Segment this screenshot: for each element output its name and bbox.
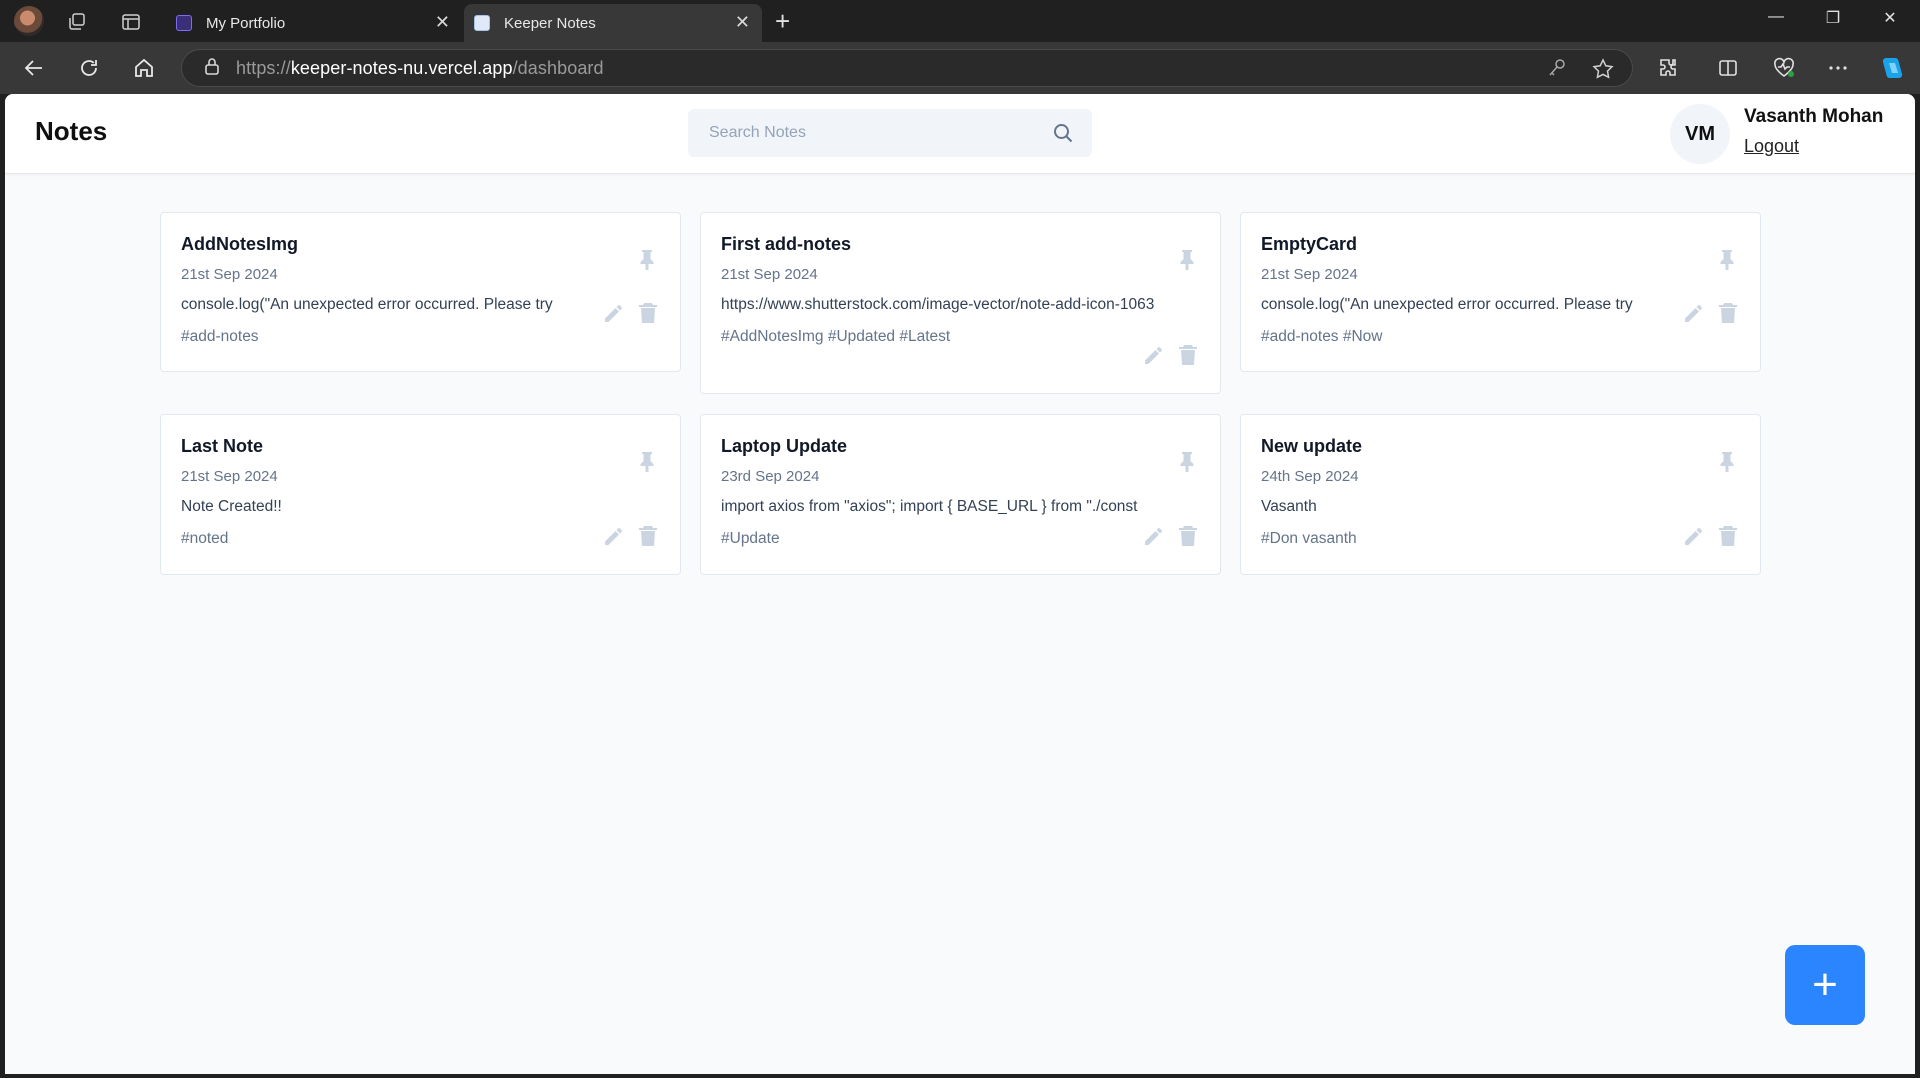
note-title: New update bbox=[1261, 436, 1363, 456]
url-scheme: https:// bbox=[236, 57, 291, 78]
note-content: console.log("An unexpected error occurre… bbox=[181, 296, 553, 313]
browser-essentials-icon[interactable] bbox=[1770, 54, 1798, 82]
note-actions bbox=[602, 525, 658, 552]
note-content: console.log("An unexpected error occurre… bbox=[1261, 296, 1633, 313]
password-key-icon[interactable] bbox=[1548, 58, 1566, 83]
navbar: Notes VM Vasanth Mohan Logout bbox=[5, 94, 1915, 174]
search-icon[interactable] bbox=[1052, 122, 1074, 149]
tab-keeper-notes[interactable]: Keeper Notes ✕ bbox=[464, 4, 762, 42]
note-date: 21st Sep 2024 bbox=[181, 266, 278, 283]
note-tags: #add-notes #Now bbox=[1261, 328, 1383, 345]
edit-pencil-icon[interactable] bbox=[1682, 302, 1704, 329]
note-title: AddNotesImg bbox=[181, 234, 298, 254]
search-input[interactable] bbox=[688, 109, 1028, 157]
keeper-notes-favicon-icon bbox=[474, 15, 490, 31]
lock-icon[interactable] bbox=[204, 57, 220, 80]
edit-pencil-icon[interactable] bbox=[602, 302, 624, 329]
edit-pencil-icon[interactable] bbox=[1682, 525, 1704, 552]
note-actions bbox=[1142, 525, 1198, 552]
note-content: Note Created!! bbox=[181, 498, 282, 515]
note-title: First add-notes bbox=[721, 234, 852, 254]
note-title: Last Note bbox=[181, 436, 264, 456]
browser-titlebar: My Portfolio ✕ Keeper Notes ✕ + — ❐ ✕ bbox=[0, 0, 1920, 42]
avatar: VM bbox=[1670, 104, 1730, 164]
delete-trash-icon[interactable] bbox=[638, 302, 658, 329]
browser-toolbar: https://keeper-notes-nu.vercel.app/dashb… bbox=[0, 42, 1920, 94]
note-tags: #add-notes bbox=[181, 328, 259, 345]
search-bar bbox=[688, 109, 1092, 157]
delete-trash-icon[interactable] bbox=[1718, 302, 1738, 329]
vertical-tabs-icon[interactable] bbox=[118, 9, 144, 35]
extensions-icon[interactable] bbox=[1654, 54, 1682, 82]
note-actions bbox=[1682, 525, 1738, 552]
edit-pencil-icon[interactable] bbox=[1142, 344, 1164, 371]
more-options-icon[interactable] bbox=[1824, 54, 1852, 82]
url-host: keeper-notes-nu.vercel.app bbox=[290, 57, 513, 78]
note-tags: #Don vasanth bbox=[1261, 530, 1357, 547]
split-screen-icon[interactable] bbox=[1714, 54, 1742, 82]
note-card[interactable]: First add-notes 21st Sep 2024 https://ww… bbox=[700, 212, 1221, 394]
pin-icon[interactable] bbox=[638, 451, 656, 478]
delete-trash-icon[interactable] bbox=[638, 525, 658, 552]
close-tab-icon[interactable]: ✕ bbox=[435, 13, 450, 31]
url-path: /dashboard bbox=[512, 57, 604, 78]
note-content: https://www.shutterstock.com/image-vecto… bbox=[721, 296, 1155, 313]
portfolio-favicon-icon bbox=[176, 15, 192, 31]
note-tags: #Update bbox=[721, 530, 780, 547]
address-bar[interactable]: https://keeper-notes-nu.vercel.app/dashb… bbox=[181, 49, 1633, 87]
url-text[interactable]: https://keeper-notes-nu.vercel.app/dashb… bbox=[236, 58, 604, 79]
note-card[interactable]: Laptop Update 23rd Sep 2024 import axios… bbox=[700, 414, 1221, 575]
new-tab-icon[interactable]: + bbox=[775, 8, 790, 34]
note-title: EmptyCard bbox=[1261, 234, 1358, 254]
delete-trash-icon[interactable] bbox=[1718, 525, 1738, 552]
note-date: 21st Sep 2024 bbox=[181, 468, 278, 485]
pin-icon[interactable] bbox=[638, 249, 656, 276]
home-icon[interactable] bbox=[130, 54, 158, 82]
restore-icon[interactable]: ❐ bbox=[1818, 8, 1848, 28]
profile-avatar-icon[interactable] bbox=[14, 6, 44, 36]
tab-title: My Portfolio bbox=[206, 14, 286, 32]
delete-trash-icon[interactable] bbox=[1178, 344, 1198, 371]
pin-icon[interactable] bbox=[1718, 451, 1736, 478]
note-date: 24th Sep 2024 bbox=[1261, 468, 1359, 485]
workspaces-icon[interactable] bbox=[64, 9, 90, 35]
note-date: 23rd Sep 2024 bbox=[721, 468, 820, 485]
note-card[interactable]: New update 24th Sep 2024 Vasanth #Don va… bbox=[1240, 414, 1761, 575]
edit-pencil-icon[interactable] bbox=[602, 525, 624, 552]
back-icon[interactable] bbox=[20, 54, 48, 82]
page-content: Notes VM Vasanth Mohan Logout AddNotesIm… bbox=[5, 94, 1915, 1074]
edit-pencil-icon[interactable] bbox=[1142, 525, 1164, 552]
pin-icon[interactable] bbox=[1178, 249, 1196, 276]
delete-trash-icon[interactable] bbox=[1178, 525, 1198, 552]
note-card[interactable]: AddNotesImg 21st Sep 2024 console.log("A… bbox=[160, 212, 681, 372]
note-title: Laptop Update bbox=[721, 436, 847, 456]
close-tab-icon[interactable]: ✕ bbox=[735, 13, 750, 31]
favorite-star-icon[interactable] bbox=[1592, 58, 1614, 85]
pin-icon[interactable] bbox=[1718, 249, 1736, 276]
refresh-icon[interactable] bbox=[75, 54, 103, 82]
logout-button[interactable]: Logout bbox=[1744, 136, 1799, 157]
minimize-icon[interactable]: — bbox=[1761, 8, 1791, 26]
note-actions bbox=[1682, 302, 1738, 329]
notes-grid: AddNotesImg 21st Sep 2024 console.log("A… bbox=[160, 212, 1761, 575]
page-title: Notes bbox=[35, 116, 108, 146]
copilot-icon[interactable] bbox=[1878, 54, 1906, 82]
note-card[interactable]: EmptyCard 21st Sep 2024 console.log("An … bbox=[1240, 212, 1761, 372]
close-window-icon[interactable]: ✕ bbox=[1875, 8, 1905, 28]
note-tags: #noted bbox=[181, 530, 229, 547]
add-note-button[interactable]: + bbox=[1785, 945, 1865, 1025]
note-date: 21st Sep 2024 bbox=[1261, 266, 1358, 283]
user-name: Vasanth Mohan bbox=[1744, 106, 1884, 127]
note-card[interactable]: Last Note 21st Sep 2024 Note Created!! #… bbox=[160, 414, 681, 575]
note-date: 21st Sep 2024 bbox=[721, 266, 818, 283]
note-tags: #AddNotesImg #Updated #Latest bbox=[721, 328, 951, 345]
note-content: import axios from "axios"; import { BASE… bbox=[721, 498, 1138, 515]
note-actions bbox=[1142, 344, 1198, 371]
note-actions bbox=[602, 302, 658, 329]
pin-icon[interactable] bbox=[1178, 451, 1196, 478]
tab-my-portfolio[interactable]: My Portfolio ✕ bbox=[166, 4, 462, 42]
note-content: Vasanth bbox=[1261, 498, 1317, 515]
tab-title: Keeper Notes bbox=[504, 14, 596, 32]
